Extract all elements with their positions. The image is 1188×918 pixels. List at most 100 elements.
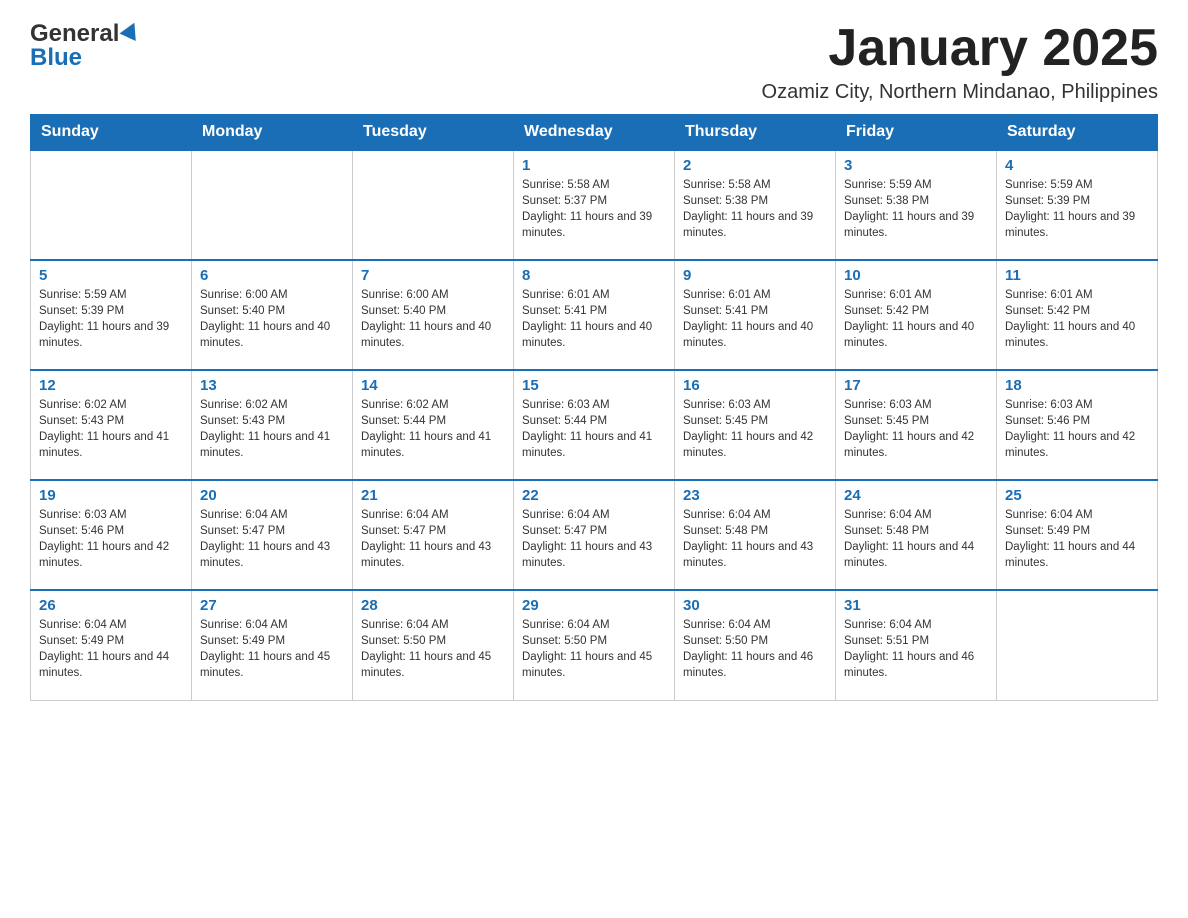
calendar-cell: 26 Sunrise: 6:04 AM Sunset: 5:49 PM Dayli… bbox=[31, 590, 192, 700]
day-number: 24 bbox=[844, 487, 988, 504]
cell-content: 14 Sunrise: 6:02 AM Sunset: 5:44 PM Dayli… bbox=[361, 377, 505, 461]
day-number: 5 bbox=[39, 267, 183, 284]
day-sun-info: Sunrise: 6:01 AM Sunset: 5:41 PM Dayligh… bbox=[522, 287, 666, 351]
calendar-cell: 15Sunrise: 6:03 AM Sunset: 5:44 PM Dayli… bbox=[514, 370, 675, 480]
day-number: 29 bbox=[522, 597, 666, 614]
day-number: 27 bbox=[200, 597, 344, 614]
calendar-cell: 28Sunrise: 6:04 AM Sunset: 5:50 PM Dayli… bbox=[353, 590, 514, 700]
day-sun-info: Sunrise: 6:04 AM Sunset: 5:49 PM Dayligh… bbox=[1005, 507, 1149, 571]
cell-content: 4Sunrise: 5:59 AM Sunset: 5:39 PM Daylig… bbox=[1005, 157, 1149, 241]
week-row-3: 12 Sunrise: 6:02 AM Sunset: 5:43 PM Dayli… bbox=[31, 370, 1158, 480]
calendar-cell: 14 Sunrise: 6:02 AM Sunset: 5:44 PM Dayli… bbox=[353, 370, 514, 480]
day-sun-info: Sunrise: 6:00 AM Sunset: 5:40 PM Dayligh… bbox=[361, 287, 505, 351]
day-sun-info: Sunrise: 6:04 AM Sunset: 5:51 PM Dayligh… bbox=[844, 617, 988, 681]
day-number: 11 bbox=[1005, 267, 1149, 284]
calendar-cell: 5Sunrise: 5:59 AM Sunset: 5:39 PM Daylig… bbox=[31, 260, 192, 370]
day-sun-info: Sunrise: 6:00 AM Sunset: 5:40 PM Dayligh… bbox=[200, 287, 344, 351]
cell-content: 26 Sunrise: 6:04 AM Sunset: 5:49 PM Dayli… bbox=[39, 597, 183, 681]
day-number: 8 bbox=[522, 267, 666, 284]
calendar-cell: 11 Sunrise: 6:01 AM Sunset: 5:42 PM Dayli… bbox=[997, 260, 1158, 370]
day-sun-info: Sunrise: 6:04 AM Sunset: 5:47 PM Dayligh… bbox=[361, 507, 505, 571]
day-number: 18 bbox=[1005, 377, 1149, 394]
day-number: 13 bbox=[200, 377, 344, 394]
logo-triangle-icon bbox=[120, 19, 143, 41]
cell-content: 15Sunrise: 6:03 AM Sunset: 5:44 PM Dayli… bbox=[522, 377, 666, 461]
calendar-cell: 29 Sunrise: 6:04 AM Sunset: 5:50 PM Dayli… bbox=[514, 590, 675, 700]
cell-content: 12Sunrise: 6:02 AM Sunset: 5:43 PM Dayli… bbox=[39, 377, 183, 461]
calendar-cell: 21 Sunrise: 6:04 AM Sunset: 5:47 PM Dayli… bbox=[353, 480, 514, 590]
calendar-table: SundayMondayTuesdayWednesdayThursdayFrid… bbox=[30, 114, 1158, 701]
calendar-cell bbox=[997, 590, 1158, 700]
cell-content: 20 Sunrise: 6:04 AM Sunset: 5:47 PM Dayli… bbox=[200, 487, 344, 571]
cell-content: 27 Sunrise: 6:04 AM Sunset: 5:49 PM Dayli… bbox=[200, 597, 344, 681]
cell-content: 2Sunrise: 5:58 AM Sunset: 5:38 PM Daylig… bbox=[683, 157, 827, 241]
calendar-cell: 3 Sunrise: 5:59 AM Sunset: 5:38 PM Daylig… bbox=[836, 150, 997, 260]
day-sun-info: Sunrise: 5:58 AM Sunset: 5:37 PM Dayligh… bbox=[522, 177, 666, 241]
day-sun-info: Sunrise: 6:04 AM Sunset: 5:50 PM Dayligh… bbox=[522, 617, 666, 681]
cell-content: 25 Sunrise: 6:04 AM Sunset: 5:49 PM Dayli… bbox=[1005, 487, 1149, 571]
calendar-cell: 16Sunrise: 6:03 AM Sunset: 5:45 PM Dayli… bbox=[675, 370, 836, 480]
day-sun-info: Sunrise: 6:04 AM Sunset: 5:49 PM Dayligh… bbox=[200, 617, 344, 681]
day-sun-info: Sunrise: 6:03 AM Sunset: 5:45 PM Dayligh… bbox=[844, 397, 988, 461]
day-number: 17 bbox=[844, 377, 988, 394]
calendar-cell: 17 Sunrise: 6:03 AM Sunset: 5:45 PM Dayli… bbox=[836, 370, 997, 480]
calendar-cell: 7Sunrise: 6:00 AM Sunset: 5:40 PM Daylig… bbox=[353, 260, 514, 370]
day-sun-info: Sunrise: 6:01 AM Sunset: 5:42 PM Dayligh… bbox=[1005, 287, 1149, 351]
day-number: 22 bbox=[522, 487, 666, 504]
cell-content: 17 Sunrise: 6:03 AM Sunset: 5:45 PM Dayli… bbox=[844, 377, 988, 461]
day-number: 25 bbox=[1005, 487, 1149, 504]
day-sun-info: Sunrise: 6:04 AM Sunset: 5:50 PM Dayligh… bbox=[683, 617, 827, 681]
day-sun-info: Sunrise: 6:04 AM Sunset: 5:47 PM Dayligh… bbox=[200, 507, 344, 571]
calendar-cell: 27 Sunrise: 6:04 AM Sunset: 5:49 PM Dayli… bbox=[192, 590, 353, 700]
day-number: 21 bbox=[361, 487, 505, 504]
cell-content: 8 Sunrise: 6:01 AM Sunset: 5:41 PM Daylig… bbox=[522, 267, 666, 351]
calendar-cell: 31Sunrise: 6:04 AM Sunset: 5:51 PM Dayli… bbox=[836, 590, 997, 700]
day-sun-info: Sunrise: 6:04 AM Sunset: 5:49 PM Dayligh… bbox=[39, 617, 183, 681]
day-number: 10 bbox=[844, 267, 988, 284]
cell-content: 6 Sunrise: 6:00 AM Sunset: 5:40 PM Daylig… bbox=[200, 267, 344, 351]
page-header: General Blue January 2025 Ozamiz City, N… bbox=[30, 20, 1158, 104]
day-sun-info: Sunrise: 6:02 AM Sunset: 5:44 PM Dayligh… bbox=[361, 397, 505, 461]
weekday-header-row: SundayMondayTuesdayWednesdayThursdayFrid… bbox=[31, 115, 1158, 151]
day-sun-info: Sunrise: 6:03 AM Sunset: 5:44 PM Dayligh… bbox=[522, 397, 666, 461]
day-number: 6 bbox=[200, 267, 344, 284]
day-sun-info: Sunrise: 6:02 AM Sunset: 5:43 PM Dayligh… bbox=[200, 397, 344, 461]
calendar-cell: 1 Sunrise: 5:58 AM Sunset: 5:37 PM Daylig… bbox=[514, 150, 675, 260]
cell-content: 10Sunrise: 6:01 AM Sunset: 5:42 PM Dayli… bbox=[844, 267, 988, 351]
week-row-1: 1 Sunrise: 5:58 AM Sunset: 5:37 PM Daylig… bbox=[31, 150, 1158, 260]
day-number: 16 bbox=[683, 377, 827, 394]
cell-content: 29 Sunrise: 6:04 AM Sunset: 5:50 PM Dayli… bbox=[522, 597, 666, 681]
day-number: 20 bbox=[200, 487, 344, 504]
cell-content: 22 Sunrise: 6:04 AM Sunset: 5:47 PM Dayli… bbox=[522, 487, 666, 571]
day-number: 1 bbox=[522, 157, 666, 174]
weekday-header-friday: Friday bbox=[836, 115, 997, 151]
cell-content: 3 Sunrise: 5:59 AM Sunset: 5:38 PM Daylig… bbox=[844, 157, 988, 241]
cell-content: 31Sunrise: 6:04 AM Sunset: 5:51 PM Dayli… bbox=[844, 597, 988, 681]
day-sun-info: Sunrise: 6:04 AM Sunset: 5:48 PM Dayligh… bbox=[683, 507, 827, 571]
day-number: 30 bbox=[683, 597, 827, 614]
day-sun-info: Sunrise: 6:04 AM Sunset: 5:47 PM Dayligh… bbox=[522, 507, 666, 571]
cell-content: 24 Sunrise: 6:04 AM Sunset: 5:48 PM Dayli… bbox=[844, 487, 988, 571]
day-number: 3 bbox=[844, 157, 988, 174]
weekday-header-tuesday: Tuesday bbox=[353, 115, 514, 151]
weekday-header-monday: Monday bbox=[192, 115, 353, 151]
day-number: 28 bbox=[361, 597, 505, 614]
cell-content: 5Sunrise: 5:59 AM Sunset: 5:39 PM Daylig… bbox=[39, 267, 183, 351]
cell-content: 21 Sunrise: 6:04 AM Sunset: 5:47 PM Dayli… bbox=[361, 487, 505, 571]
calendar-cell: 13 Sunrise: 6:02 AM Sunset: 5:43 PM Dayli… bbox=[192, 370, 353, 480]
day-number: 14 bbox=[361, 377, 505, 394]
calendar-cell: 6 Sunrise: 6:00 AM Sunset: 5:40 PM Daylig… bbox=[192, 260, 353, 370]
calendar-cell: 8 Sunrise: 6:01 AM Sunset: 5:41 PM Daylig… bbox=[514, 260, 675, 370]
day-sun-info: Sunrise: 5:59 AM Sunset: 5:38 PM Dayligh… bbox=[844, 177, 988, 241]
day-number: 12 bbox=[39, 377, 183, 394]
cell-content: 11 Sunrise: 6:01 AM Sunset: 5:42 PM Dayli… bbox=[1005, 267, 1149, 351]
calendar-cell: 23Sunrise: 6:04 AM Sunset: 5:48 PM Dayli… bbox=[675, 480, 836, 590]
cell-content: 7Sunrise: 6:00 AM Sunset: 5:40 PM Daylig… bbox=[361, 267, 505, 351]
logo: General Blue bbox=[30, 20, 140, 72]
cell-content: 28Sunrise: 6:04 AM Sunset: 5:50 PM Dayli… bbox=[361, 597, 505, 681]
day-sun-info: Sunrise: 6:04 AM Sunset: 5:48 PM Dayligh… bbox=[844, 507, 988, 571]
day-number: 26 bbox=[39, 597, 183, 614]
calendar-cell: 24 Sunrise: 6:04 AM Sunset: 5:48 PM Dayli… bbox=[836, 480, 997, 590]
calendar-cell: 22 Sunrise: 6:04 AM Sunset: 5:47 PM Dayli… bbox=[514, 480, 675, 590]
cell-content: 30 Sunrise: 6:04 AM Sunset: 5:50 PM Dayli… bbox=[683, 597, 827, 681]
